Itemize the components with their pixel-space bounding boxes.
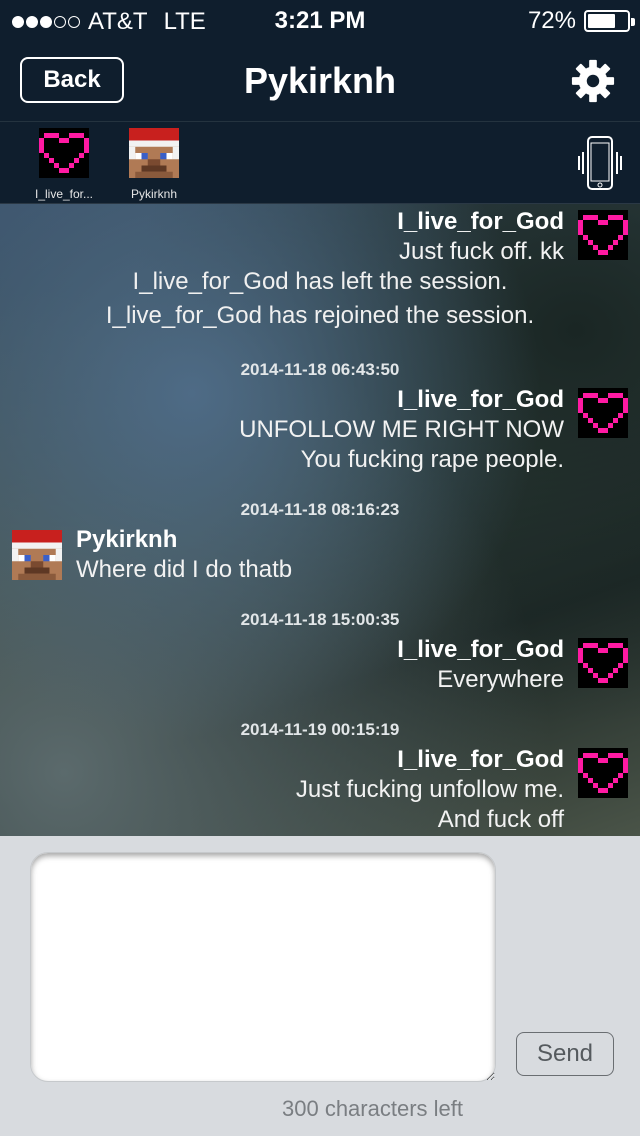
participant-i-live-for-god[interactable]: I_live_for... <box>24 128 104 201</box>
message-sender: I_live_for_God <box>397 746 564 773</box>
message-timestamp: 2014-11-18 15:00:35 <box>240 610 400 629</box>
santa-steve-avatar[interactable] <box>12 530 62 580</box>
message-sender: I_live_for_God <box>397 208 564 235</box>
system-message: I_live_for_God has left the session. <box>132 268 508 295</box>
message-text: Just fucking unfollow me. <box>295 776 564 803</box>
chat-log[interactable]: I_live_for_God Just fuck off. kk I_live_… <box>0 204 640 836</box>
message-sender: I_live_for_God <box>397 636 564 663</box>
message-text: Just fuck off. kk <box>399 238 564 265</box>
message-text: Where did I do thatb <box>76 556 293 583</box>
message-sender: I_live_for_God <box>397 386 564 413</box>
pink-heart-avatar[interactable] <box>578 748 628 798</box>
pink-heart-avatar[interactable] <box>578 388 628 438</box>
system-message: I_live_for_God has rejoined the session. <box>105 302 535 329</box>
character-counter: 300 characters left <box>282 1096 463 1121</box>
status-bar: AT&T LTE 3:21 PM 72% <box>0 0 640 40</box>
message-text: Everywhere <box>437 666 564 693</box>
santa-steve-avatar <box>129 128 179 178</box>
participant-name: I_live_for... <box>34 187 94 201</box>
pink-heart-avatar[interactable] <box>578 638 628 688</box>
message-input[interactable] <box>30 852 496 1082</box>
compose-area: Send 300 characters left <box>0 836 640 1136</box>
battery-status: 72% <box>527 7 635 35</box>
participant-name: Pykirknh <box>130 187 177 201</box>
battery-percent: 72% <box>527 7 576 34</box>
message-sender: Pykirknh <box>76 526 178 553</box>
send-button[interactable]: Send <box>516 1032 614 1076</box>
navigation-bar: Back Pykirknh <box>0 40 640 122</box>
message-timestamp: 2014-11-18 08:16:23 <box>240 500 400 519</box>
phone-vibrate-icon[interactable] <box>576 134 624 192</box>
battery-icon <box>584 10 635 32</box>
gear-icon[interactable] <box>570 58 616 104</box>
participant-pykirknh[interactable]: Pykirknh <box>114 128 194 201</box>
message-timestamp: 2014-11-19 00:15:19 <box>240 720 400 739</box>
pink-heart-avatar[interactable] <box>578 210 628 260</box>
message-text: You fucking rape people. <box>300 446 564 473</box>
message-text: And fuck off <box>437 806 564 833</box>
participants-strip: I_live_for... Pykirknh <box>0 122 640 204</box>
pink-heart-avatar <box>39 128 89 178</box>
page-title: Pykirknh <box>243 60 397 101</box>
message-text: UNFOLLOW ME RIGHT NOW <box>239 416 564 443</box>
message-timestamp: 2014-11-18 06:43:50 <box>240 360 400 379</box>
